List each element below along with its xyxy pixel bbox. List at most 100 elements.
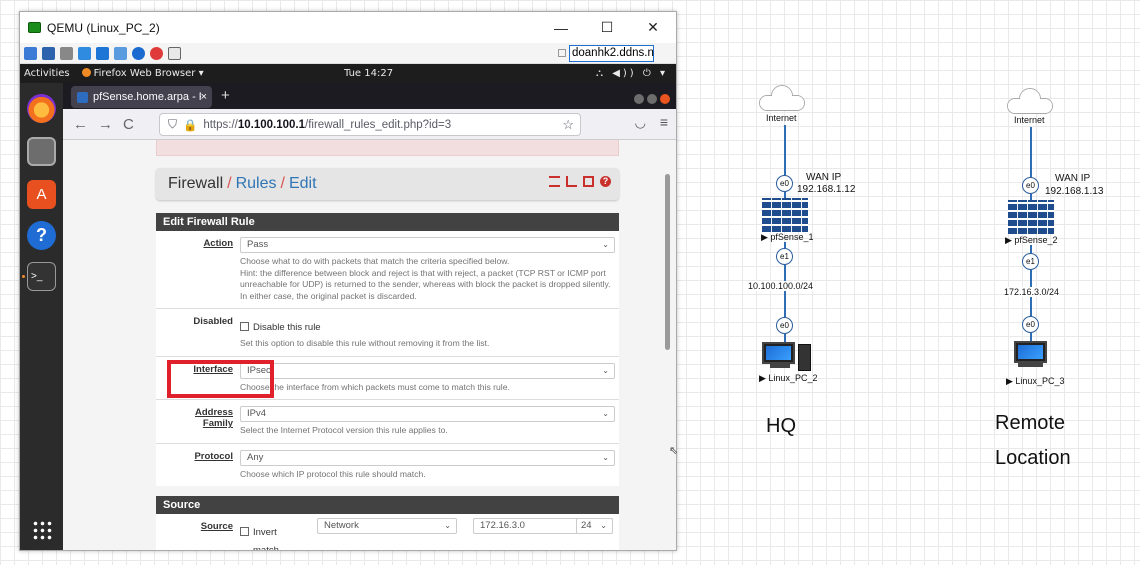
app-menu[interactable]: Firefox Web Browser ▾ [81, 68, 204, 79]
hq-pc-link [784, 334, 786, 342]
breadcrumb-firewall: Firewall [168, 175, 224, 192]
table-icon[interactable] [583, 176, 594, 187]
panel-heading: Edit Firewall Rule [156, 213, 619, 231]
protocol-select-value: Any [247, 451, 264, 463]
address-favicon [558, 49, 566, 57]
settings-icon[interactable] [24, 46, 37, 60]
hq-firewall-icon [762, 198, 808, 232]
firefox-window: pfSense.home.arpa - Fire × + ← → C ⛉ 🔒 h… [63, 83, 676, 550]
alert-strip [156, 140, 619, 156]
show-apps-icon[interactable] [32, 520, 52, 540]
invert-match-label-line2: match [253, 545, 279, 550]
remote-internet-cloud-icon [1007, 88, 1053, 114]
remote-pc-monitor-icon [1014, 341, 1047, 363]
remote-firewall-icon [1008, 200, 1054, 234]
disabled-label: Disabled [193, 316, 233, 327]
stop-icon[interactable] [150, 46, 163, 60]
chevron-down-icon: ⌄ [600, 521, 607, 530]
reload-button[interactable]: C [123, 116, 134, 133]
scrollbar[interactable] [665, 174, 670, 350]
gnome-topbar: Activities Firefox Web Browser ▾ Tue 14:… [20, 64, 676, 83]
files-dock-icon[interactable] [27, 137, 56, 166]
breadcrumb-edit-link[interactable]: Edit [289, 175, 317, 193]
screenshot-icon[interactable] [114, 46, 127, 60]
address-family-select[interactable]: IPv4 ⌄ [240, 406, 615, 422]
interface-select[interactable]: IPsec ⌄ [240, 362, 615, 379]
close-button[interactable]: ✕ [630, 19, 676, 36]
remote-lan-port: e1 [1022, 253, 1039, 270]
source-row: Source Invert match Network⌄ 172.16.3.0/… [156, 514, 619, 550]
source-mask-value: 24 [581, 520, 592, 531]
qemu-app-icon [28, 22, 41, 33]
tab-pfsense[interactable]: pfSense.home.arpa - Fire × [71, 86, 212, 108]
hq-wan-ip: 192.168.1.12 [797, 184, 856, 195]
shield-icon[interactable]: ⛉ [168, 117, 177, 132]
disable-rule-checkbox[interactable] [240, 322, 249, 331]
maximize-button[interactable]: ☐ [584, 19, 630, 36]
remote-lan-link-top [1030, 245, 1032, 253]
hq-lan-link [784, 265, 786, 317]
back-button[interactable]: ← [73, 116, 88, 133]
address-field[interactable]: doanhk2.ddns.n [569, 45, 654, 62]
info-icon[interactable] [132, 46, 145, 60]
interface-help: Choose the interface from which packets … [240, 381, 510, 392]
source-type-select[interactable]: Network ⌄ [317, 518, 457, 534]
help-dock-icon[interactable]: ? [27, 221, 56, 250]
tab-close-button[interactable]: × [201, 91, 207, 103]
new-tab-button[interactable]: + [221, 87, 230, 104]
forward-button[interactable]: → [98, 116, 113, 133]
invert-match-checkbox[interactable] [240, 527, 249, 536]
software-dock-icon[interactable]: A [27, 180, 56, 209]
navigation-toolbar: ← → C ⛉ 🔒 https://10.100.100.1/firewall_… [63, 109, 676, 140]
system-tray[interactable]: ⛬ ◀)) ⏻ ▾ [596, 68, 668, 79]
qemu-window: QEMU (Linux_PC_2) — ☐ ✕ doanhk2.ddns.n A… [19, 11, 677, 551]
source-type-value: Network [324, 520, 359, 531]
gear-icon[interactable] [60, 46, 73, 60]
chart-icon[interactable] [566, 176, 577, 187]
hamburger-menu-icon[interactable]: ≡ [660, 114, 668, 130]
url-bar[interactable]: ⛉ 🔒 https://10.100.100.1/firewall_rules_… [159, 113, 581, 136]
hq-internet-label: Internet [766, 113, 797, 123]
address-family-row: Address Family IPv4 ⌄ Select the Internet … [156, 400, 619, 444]
qemu-window-title: QEMU (Linux_PC_2) [47, 20, 160, 35]
url-host: 10.100.100.1 [237, 118, 306, 131]
activities-button[interactable]: Activities [24, 68, 70, 79]
breadcrumb-separator: / [280, 175, 285, 192]
address-family-help: Select the Internet Protocol version thi… [240, 425, 448, 435]
pocket-icon[interactable]: ◡ [635, 115, 646, 131]
terminal-dock-icon[interactable]: >_ [27, 262, 56, 291]
source-panel: Source Source Invert match Network ⌄ 172.… [156, 496, 619, 550]
hq-pc-stand [770, 364, 790, 368]
breadcrumb-rules-link[interactable]: Rules [236, 175, 277, 193]
interface-label: Interface [193, 363, 233, 375]
bookmark-star-icon[interactable]: ☆ [562, 117, 574, 133]
action-row: Action Pass ⌄ Choose what to do with pack… [156, 231, 619, 309]
url-prefix: https:// [203, 118, 238, 131]
hq-router-label: ▶ pfSense_1 [761, 232, 814, 242]
remote-wan-ip: 192.168.1.13 [1045, 186, 1104, 197]
url-path: /firewall_rules_edit.php?id=3 [305, 118, 452, 131]
sliders-icon[interactable] [549, 176, 560, 187]
interface-row: Interface IPsec ⌄ Choose the interface fr… [156, 357, 619, 400]
hq-pc-tower-icon [798, 344, 811, 371]
ff-minimize-button[interactable] [634, 94, 644, 104]
lock-icon[interactable]: 🔒 [183, 118, 197, 132]
fullscreen-icon[interactable] [42, 46, 55, 60]
source-panel-heading: Source [156, 496, 619, 514]
breadcrumb: Firewall / Rules / Edit ? [156, 168, 619, 200]
clock[interactable]: Tue 14:27 [344, 68, 393, 79]
refresh-icon[interactable] [78, 46, 91, 60]
tab-title: pfSense.home.arpa - Fire [93, 91, 201, 103]
clipboard-icon[interactable] [168, 46, 181, 60]
firefox-dock-icon[interactable] [27, 94, 56, 123]
windows-icon[interactable] [96, 46, 109, 60]
ff-close-button[interactable] [660, 94, 670, 104]
chevron-down-icon: ⌄ [444, 521, 451, 530]
protocol-select[interactable]: Any ⌄ [240, 449, 615, 466]
minimize-button[interactable]: — [538, 20, 584, 36]
help-icon[interactable]: ? [600, 176, 611, 187]
chevron-down-icon: ⌄ [602, 365, 609, 375]
source-mask-select[interactable]: 24 ⌄ [576, 518, 613, 534]
ff-maximize-button[interactable] [647, 94, 657, 104]
action-select[interactable]: Pass ⌄ [240, 237, 615, 253]
